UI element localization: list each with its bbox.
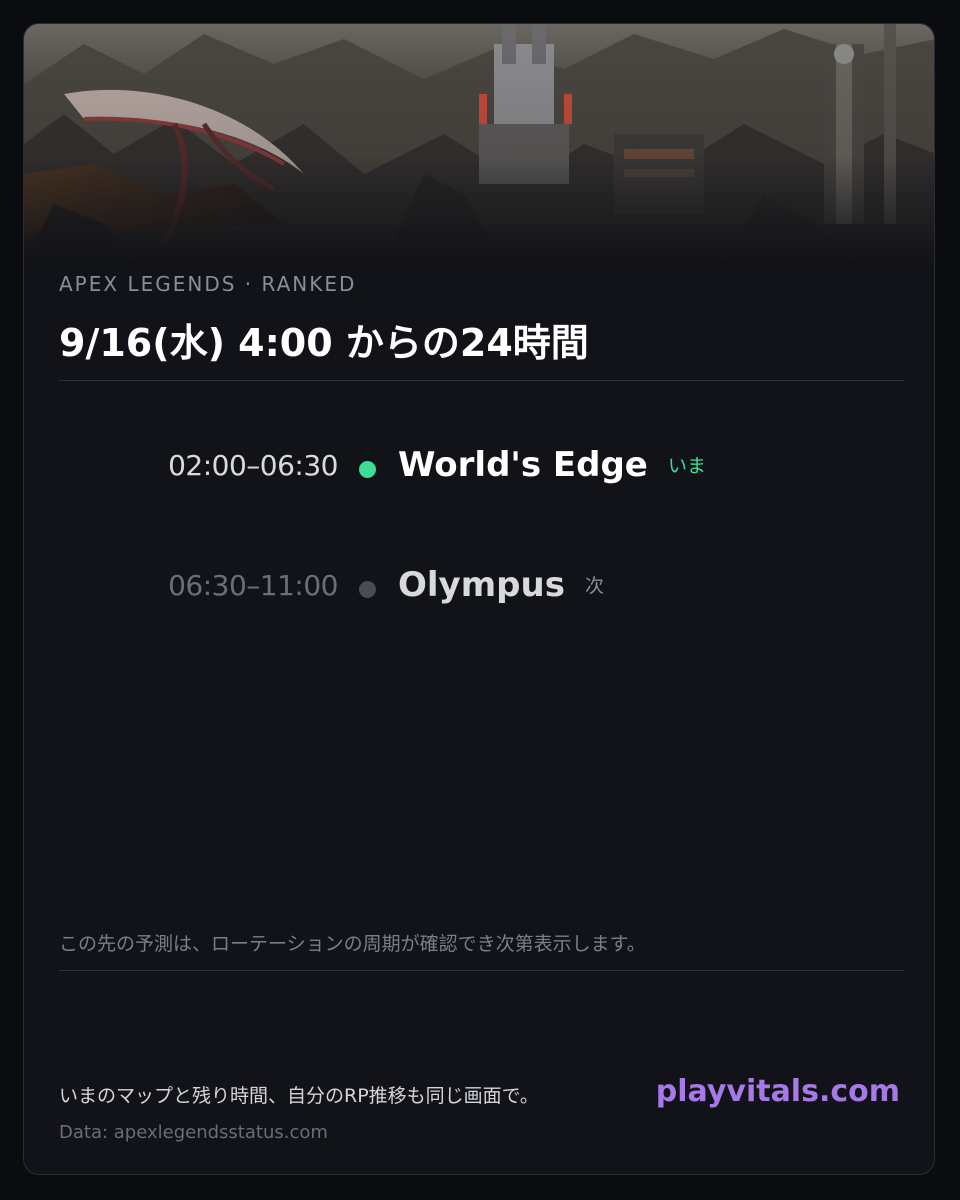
- rotation-row-current: 02:00–06:30 World's Edge いま: [24, 437, 934, 497]
- page-title: 9/16(水) 4:00 からの24時間: [59, 321, 589, 365]
- rotation-card: APEX LEGENDS · RANKED 9/16(水) 4:00 からの24…: [23, 23, 935, 1175]
- header-divider: [59, 380, 904, 381]
- status-badge: いま: [668, 455, 707, 477]
- prediction-note: この先の予測は、ローテーションの周期が確認でき次第表示します。: [59, 933, 646, 955]
- rotation-time: 02:00–06:30: [168, 449, 338, 482]
- status-dot-icon: [359, 461, 376, 478]
- rotation-time: 06:30–11:00: [168, 569, 338, 602]
- data-source-credit: Data: apexlegendsstatus.com: [59, 1122, 328, 1143]
- footer-divider: [59, 970, 904, 971]
- status-badge: 次: [585, 575, 605, 597]
- map-landscape-image: [24, 24, 934, 264]
- map-name: Olympus: [398, 565, 565, 605]
- map-name: World's Edge: [398, 445, 648, 485]
- status-dot-icon: [359, 581, 376, 598]
- promo-text: いまのマップと残り時間、自分のRP推移も同じ画面で。: [59, 1085, 539, 1107]
- rotation-row-next: 06:30–11:00 Olympus 次: [24, 557, 934, 617]
- brand-link[interactable]: playvitals.com: [656, 1074, 900, 1109]
- hero-image: [24, 24, 934, 264]
- game-mode-label: APEX LEGENDS · RANKED: [59, 272, 357, 296]
